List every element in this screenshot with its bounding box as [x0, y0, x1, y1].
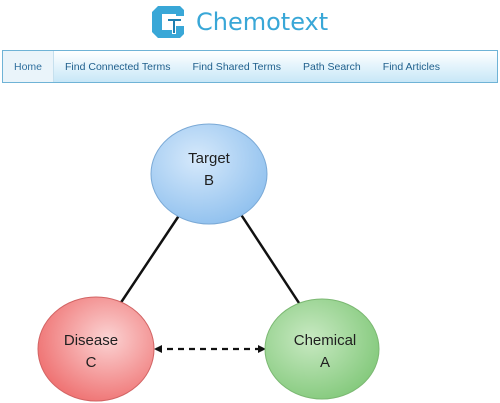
abc-model-diagram: Target B Disease C Chemical A: [37, 123, 380, 402]
main-navbar: Home Find Connected Terms Find Shared Te…: [2, 50, 498, 83]
chemotext-logo-icon: [152, 6, 184, 38]
node-target-letter: B: [204, 172, 214, 189]
nav-path-search[interactable]: Path Search: [292, 51, 372, 82]
node-target-label: Target: [188, 150, 231, 167]
nav-find-connected-terms[interactable]: Find Connected Terms: [54, 51, 181, 82]
node-disease: Disease C: [37, 296, 155, 402]
nav-find-articles[interactable]: Find Articles: [372, 51, 451, 82]
nav-home[interactable]: Home: [3, 51, 55, 82]
node-chemical-letter: A: [320, 354, 330, 371]
nav-find-shared-terms[interactable]: Find Shared Terms: [181, 51, 292, 82]
node-chemical-label: Chemical: [294, 332, 357, 349]
edge-target-chemical: [238, 212, 301, 304]
brand[interactable]: Chemotext: [150, 4, 328, 40]
brand-name: Chemotext: [196, 8, 329, 36]
node-chemical: Chemical A: [264, 298, 380, 400]
edge-target-disease: [118, 213, 182, 305]
node-disease-label: Disease: [64, 332, 118, 349]
node-disease-letter: C: [86, 354, 97, 371]
node-target: Target B: [150, 123, 268, 225]
